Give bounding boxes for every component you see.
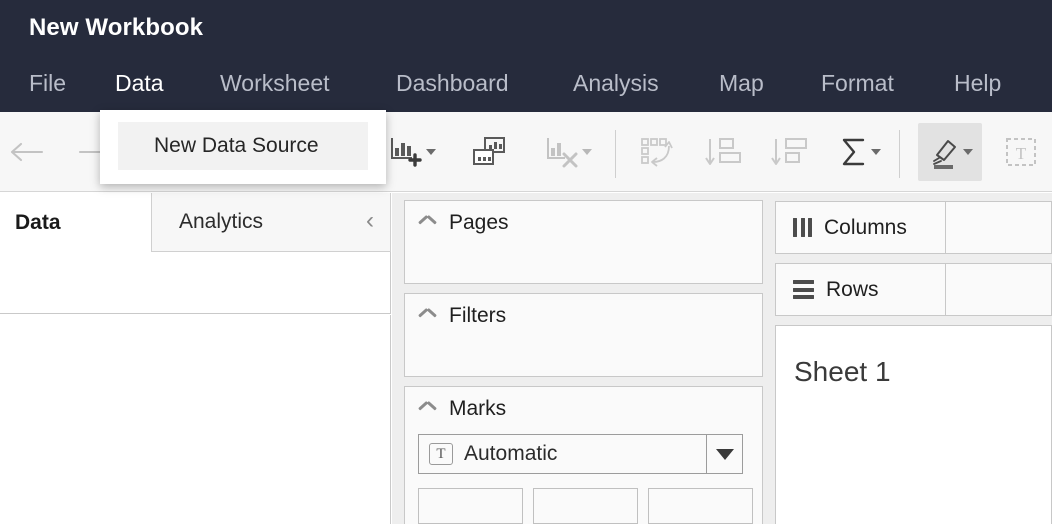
- highlighter-icon[interactable]: [918, 123, 982, 181]
- menu-item-new-data-source[interactable]: New Data Source: [118, 122, 368, 170]
- worksheet-title: Sheet 1: [794, 356, 891, 387]
- menu-item-help[interactable]: Help: [954, 72, 1001, 95]
- menu-item-dashboard[interactable]: Dashboard: [396, 72, 509, 95]
- rows-shelf-label: Rows: [826, 277, 879, 301]
- marks-shelf-buttons: [418, 488, 754, 524]
- sort-descending-icon[interactable]: [766, 129, 812, 175]
- tableau-workbook-window: T Data Analytics ‹ Pages Filters Marks T…: [0, 0, 1052, 524]
- data-pane-tabs: Data Analytics ‹: [0, 193, 391, 252]
- workbook-title: New Workbook: [29, 14, 204, 41]
- label-shelf[interactable]: [648, 488, 753, 524]
- chevron-down-icon[interactable]: [581, 149, 592, 155]
- menu-item-data[interactable]: Data: [115, 72, 164, 95]
- data-pane-fields-area: [0, 315, 391, 524]
- mark-type-dropdown-arrow[interactable]: [706, 435, 742, 473]
- chevron-down-icon: [715, 448, 734, 460]
- duplicate-sheet-icon[interactable]: [464, 129, 516, 175]
- sort-ascending-icon[interactable]: [700, 129, 746, 175]
- columns-icon: [793, 218, 812, 237]
- data-menu-popup: New Data Source: [100, 110, 386, 184]
- filters-card-header[interactable]: Filters: [405, 294, 762, 326]
- swap-rows-columns-glyph: [641, 138, 673, 167]
- rows-shelf-dropzone[interactable]: [946, 264, 1051, 315]
- new-worksheet-icon[interactable]: [384, 129, 440, 175]
- app-header: New Workbook File Data Worksheet Dashboard A…: [0, 0, 1052, 112]
- sort-ascending-glyph: [705, 138, 741, 165]
- filters-card: Filters: [404, 293, 763, 377]
- menu-item-file[interactable]: File: [29, 72, 66, 95]
- text-box-icon[interactable]: T: [998, 129, 1044, 175]
- collapse-pane-chevron-left-icon[interactable]: ‹: [366, 208, 374, 233]
- tab-analytics-label: Analytics: [179, 210, 264, 233]
- sort-descending-glyph: [771, 138, 807, 165]
- chevron-down-icon[interactable]: [962, 149, 973, 155]
- chevron-up-icon[interactable]: [419, 404, 436, 414]
- swap-axes-icon[interactable]: [634, 129, 680, 175]
- view-pane: Columns Rows Sheet 1: [771, 193, 1052, 524]
- chart-clear-glyph: [546, 138, 577, 168]
- rows-shelf-label-area: Rows: [776, 264, 946, 315]
- totals-icon[interactable]: [834, 129, 886, 175]
- columns-shelf-label-area: Columns: [776, 202, 946, 253]
- data-pane-source-area: [0, 252, 391, 314]
- tab-data-label: Data: [15, 210, 61, 234]
- pages-card-title: Pages: [449, 211, 509, 234]
- menu-item-analysis[interactable]: Analysis: [573, 72, 659, 95]
- sigma-glyph: [842, 138, 864, 166]
- chevron-up-icon[interactable]: [419, 218, 436, 228]
- menu-item-format[interactable]: Format: [821, 72, 894, 95]
- chevron-down-icon[interactable]: [425, 149, 436, 155]
- toolbar-separator: [615, 130, 616, 178]
- cards-column: Pages Filters Marks T Automatic: [392, 193, 771, 524]
- filters-card-title: Filters: [449, 304, 507, 327]
- chevron-down-icon[interactable]: [870, 149, 881, 155]
- chart-plus-glyph: [390, 138, 422, 167]
- highlighter-glyph: [932, 140, 956, 169]
- pages-card-header[interactable]: Pages: [405, 201, 762, 233]
- columns-shelf[interactable]: Columns: [775, 201, 1052, 254]
- pages-card: Pages: [404, 200, 763, 284]
- worksheet-canvas[interactable]: Sheet 1: [775, 325, 1052, 524]
- menu-item-map[interactable]: Map: [719, 72, 764, 95]
- marks-card: Marks T Automatic: [404, 386, 763, 524]
- mark-type-value: Automatic: [464, 442, 558, 465]
- chart-duplicate-glyph: [473, 137, 505, 165]
- rows-shelf[interactable]: Rows: [775, 263, 1052, 316]
- tab-analytics[interactable]: Analytics ‹: [151, 193, 391, 252]
- color-shelf[interactable]: [418, 488, 523, 524]
- back-arrow-icon[interactable]: [4, 129, 50, 175]
- mark-type-dropdown[interactable]: T Automatic: [418, 434, 743, 474]
- left-data-pane: Data Analytics ‹: [0, 193, 391, 524]
- chevron-up-icon[interactable]: [419, 311, 436, 321]
- toolbar-group-analysis: [634, 112, 886, 192]
- svg-text:T: T: [1016, 144, 1027, 163]
- mark-type-text-icon: T: [429, 443, 453, 465]
- menu-item-worksheet[interactable]: Worksheet: [220, 72, 330, 95]
- toolbar-separator: [899, 130, 900, 178]
- rows-icon: [793, 280, 814, 299]
- columns-shelf-dropzone[interactable]: [946, 202, 1051, 253]
- marks-card-title: Marks: [449, 397, 507, 420]
- size-shelf[interactable]: [533, 488, 638, 524]
- clear-sheet-icon[interactable]: [540, 129, 596, 175]
- menu-bar: File Data Worksheet Dashboard Analysis Map For…: [0, 62, 1052, 112]
- toolbar-group-annotate: T: [918, 112, 1044, 192]
- arrow-left-glyph: [10, 142, 44, 162]
- columns-shelf-label: Columns: [824, 215, 907, 239]
- toolbar-group-sheet-actions: [384, 112, 596, 192]
- textbox-glyph: T: [1006, 138, 1036, 166]
- marks-card-header[interactable]: Marks: [405, 387, 762, 419]
- tab-data[interactable]: Data: [0, 193, 151, 252]
